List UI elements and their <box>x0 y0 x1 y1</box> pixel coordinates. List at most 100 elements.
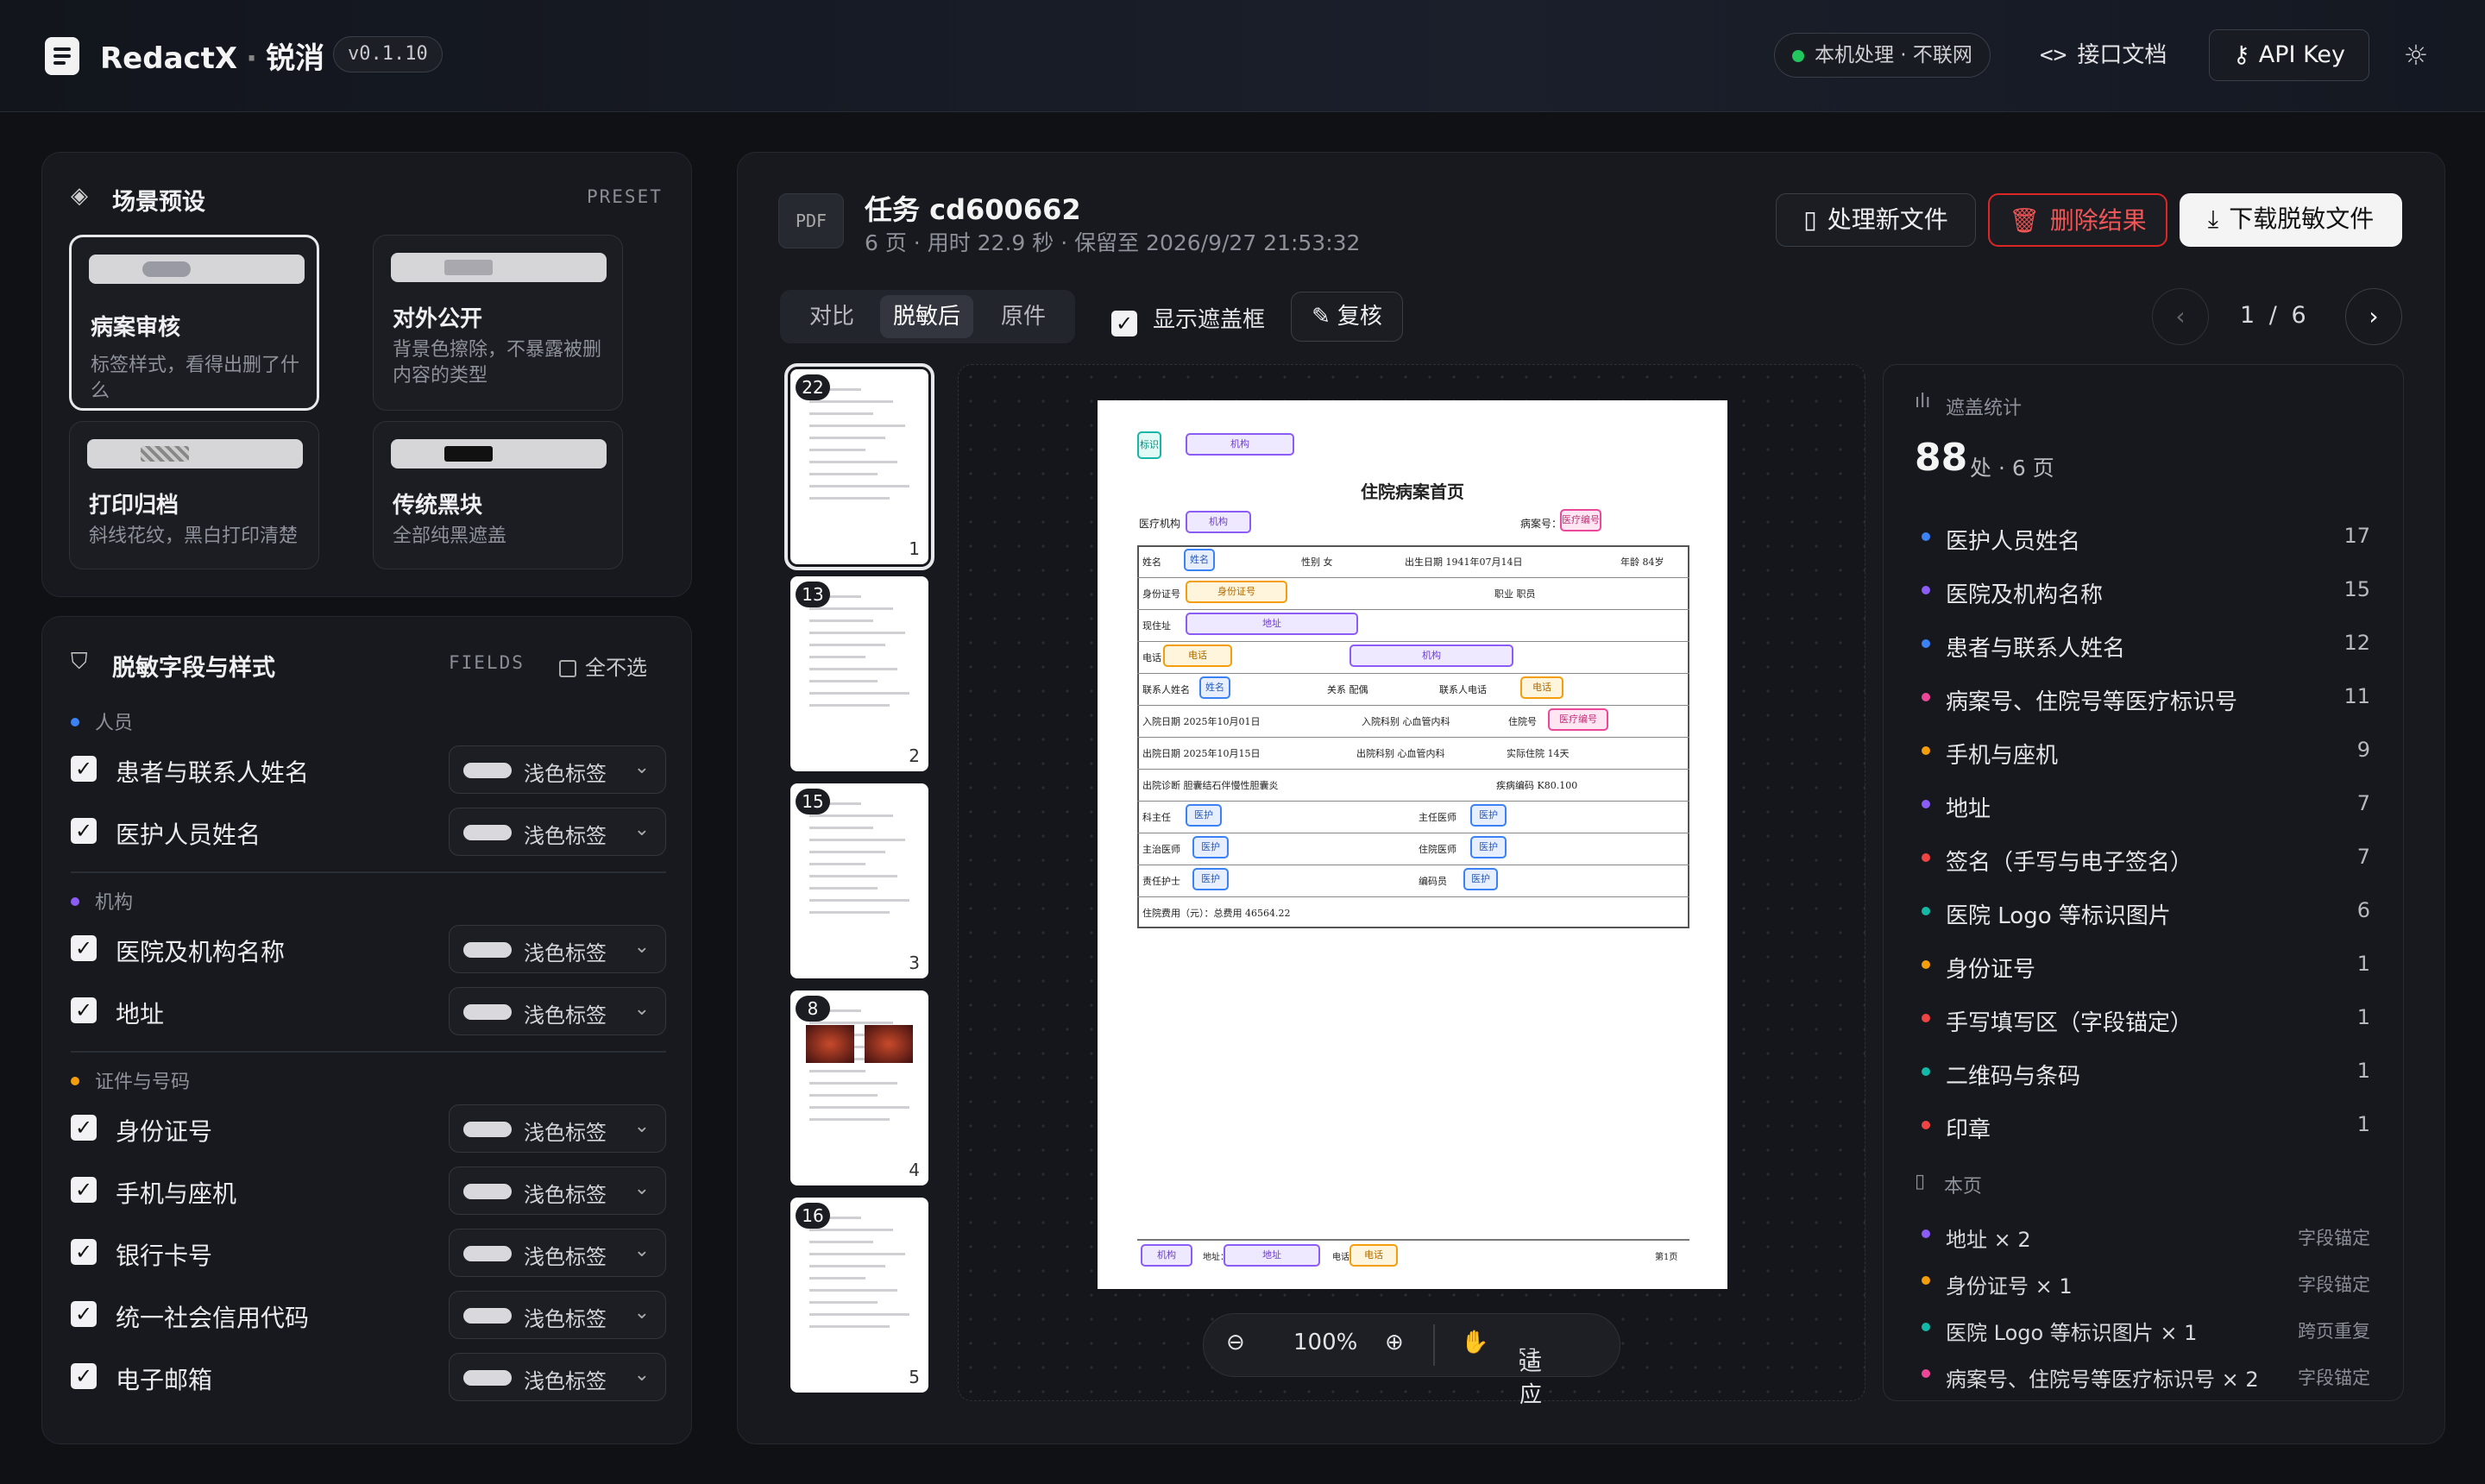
checkbox-icon[interactable]: ✓ <box>71 1301 97 1327</box>
category-dot <box>1922 960 1930 969</box>
redaction-tag-phone[interactable]: 电话 <box>1349 1244 1398 1267</box>
checkbox-icon: ✓ <box>1111 311 1137 336</box>
prev-page-button[interactable]: ‹ <box>2152 288 2209 345</box>
zoom-out-icon[interactable]: ⊖ <box>1226 1330 1245 1355</box>
field-row[interactable]: ✓ 医院及机构名称 浅色标签 ⌄ <box>71 925 666 973</box>
form-row-line <box>1137 609 1689 610</box>
thumb-text-line <box>809 400 893 403</box>
tab-redacted[interactable]: 脱敏后 <box>880 295 973 338</box>
page-stat-row[interactable]: 身份证号 × 1 字段锚定 <box>1922 1266 2370 1298</box>
checkbox-icon[interactable]: ✓ <box>71 997 97 1023</box>
checkbox-icon[interactable]: ✓ <box>71 1177 97 1203</box>
checkbox-icon[interactable]: ✓ <box>71 818 97 844</box>
show-mask-toggle[interactable]: ✓ 显示遮盖框 <box>1111 302 1265 336</box>
stat-row[interactable]: 患者与联系人姓名 12 <box>1922 627 2370 662</box>
doc-field-text: 入院日期 2025年10月01日 <box>1142 716 1261 727</box>
redaction-tag-org[interactable]: 机构 <box>1349 645 1513 667</box>
page-thumbnail[interactable]: 16 5 <box>790 1198 928 1393</box>
redaction-tag-addr[interactable]: 地址 <box>1224 1244 1320 1267</box>
api-key-button[interactable]: ⚷ API Key <box>2209 29 2369 81</box>
style-select[interactable]: 浅色标签 ⌄ <box>449 745 666 794</box>
tab-compare[interactable]: 对比 <box>787 295 877 338</box>
delete-result-button[interactable]: 🗑 删除结果 <box>1988 193 2167 247</box>
field-row[interactable]: ✓ 统一社会信用代码 浅色标签 ⌄ <box>71 1291 666 1339</box>
redaction-tag-staff[interactable]: 医护 <box>1470 836 1507 858</box>
field-row[interactable]: ✓ 医护人员姓名 浅色标签 ⌄ <box>71 808 666 856</box>
style-select[interactable]: 浅色标签 ⌄ <box>449 1229 666 1277</box>
redaction-tag-addr[interactable]: 地址 <box>1186 613 1358 635</box>
thumb-page-number: 3 <box>909 953 920 973</box>
stat-row[interactable]: 医院 Logo 等标识图片 6 <box>1922 895 2370 929</box>
style-select[interactable]: 浅色标签 ⌄ <box>449 1166 666 1215</box>
redaction-tag-id[interactable]: 身份证号 <box>1186 581 1287 603</box>
redaction-tag-staff[interactable]: 医护 <box>1463 868 1498 890</box>
field-row[interactable]: ✓ 电子邮箱 浅色标签 ⌄ <box>71 1353 666 1401</box>
redaction-tag-org[interactable]: 机构 <box>1186 511 1251 533</box>
stat-row[interactable]: 手写填写区（字段锚定） 1 <box>1922 1002 2370 1036</box>
redaction-tag-staff[interactable]: 医护 <box>1470 804 1507 827</box>
redaction-tag-phone[interactable]: 电话 <box>1163 645 1232 667</box>
stat-row[interactable]: 二维码与条码 1 <box>1922 1055 2370 1090</box>
checkbox-icon[interactable]: ✓ <box>71 1239 97 1265</box>
style-select[interactable]: 浅色标签 ⌄ <box>449 808 666 856</box>
stat-row[interactable]: 医院及机构名称 15 <box>1922 574 2370 608</box>
style-select[interactable]: 浅色标签 ⌄ <box>449 1291 666 1339</box>
download-file-button[interactable]: ⤓ 下载脱敏文件 <box>2180 193 2402 247</box>
redaction-tag-name[interactable]: 姓名 <box>1199 676 1230 699</box>
category-dot <box>1922 693 1930 701</box>
stat-row[interactable]: 手机与座机 9 <box>1922 734 2370 769</box>
process-new-file-button[interactable]: ▯ 处理新文件 <box>1776 193 1976 247</box>
field-row[interactable]: ✓ 手机与座机 浅色标签 ⌄ <box>71 1166 666 1215</box>
redaction-tag-record[interactable]: 医疗编号 <box>1548 708 1608 731</box>
field-row[interactable]: ✓ 银行卡号 浅色标签 ⌄ <box>71 1229 666 1277</box>
thumb-text-line <box>809 632 905 634</box>
page-thumbnail[interactable]: 84 <box>790 990 928 1185</box>
redaction-tag-logo[interactable]: 标识 <box>1137 431 1161 459</box>
api-docs-link[interactable]: <> 接口文档 <box>2040 33 2167 78</box>
next-page-button[interactable]: › <box>2345 288 2402 345</box>
tab-original[interactable]: 原件 <box>977 295 1070 338</box>
detection-method: 字段锚定 <box>2298 1368 2370 1388</box>
redaction-stats-panel: ılı 遮盖统计 88 处 · 6 页 医护人员姓名 17 医院及机构名称 15 患者与… <box>1883 364 2404 1401</box>
redaction-tag-org[interactable]: 机构 <box>1141 1244 1192 1267</box>
checkbox-icon[interactable]: ✓ <box>71 935 97 961</box>
redaction-tag-org[interactable]: 机构 <box>1186 433 1294 456</box>
stat-row[interactable]: 地址 7 <box>1922 788 2370 822</box>
style-select[interactable]: 浅色标签 ⌄ <box>449 1104 666 1153</box>
checkbox-icon[interactable]: ✓ <box>71 756 97 782</box>
doc-field-text: 住院费用（元）：总费用 46564.22 <box>1142 908 1291 919</box>
page-stat-row[interactable]: 医院 Logo 等标识图片 × 1 跨页重复 <box>1922 1312 2370 1345</box>
checkbox-icon[interactable]: ✓ <box>71 1363 97 1389</box>
stat-row[interactable]: 病案号、住院号等医疗标识号 11 <box>1922 681 2370 715</box>
thumb-text-line <box>809 473 878 475</box>
pan-hand-icon[interactable]: ✋ <box>1461 1330 1488 1355</box>
stat-row[interactable]: 身份证号 1 <box>1922 948 2370 983</box>
page-stat-row[interactable]: 地址 × 2 字段锚定 <box>1922 1219 2370 1252</box>
redaction-tag-staff[interactable]: 医护 <box>1186 804 1222 827</box>
stat-count: 1 <box>2356 1112 2370 1136</box>
redaction-tag-record[interactable]: 医疗编号 <box>1560 509 1601 531</box>
zoom-in-icon[interactable]: ⊕ <box>1385 1330 1404 1355</box>
checkbox-icon[interactable]: ✓ <box>71 1115 97 1141</box>
stat-row[interactable]: 印章 1 <box>1922 1109 2370 1143</box>
style-select-value: 浅色标签 <box>524 762 607 786</box>
doc-field-text: 姓名 <box>1142 556 1161 568</box>
page-thumbnail[interactable]: 13 2 <box>790 576 928 771</box>
page-thumbnail[interactable]: 22 1 <box>784 363 934 570</box>
field-row[interactable]: ✓ 地址 浅色标签 ⌄ <box>71 987 666 1035</box>
style-select[interactable]: 浅色标签 ⌄ <box>449 987 666 1035</box>
stat-row[interactable]: 签名（手写与电子签名） 7 <box>1922 841 2370 876</box>
stat-row[interactable]: 医护人员姓名 17 <box>1922 520 2370 555</box>
redaction-tag-name[interactable]: 姓名 <box>1184 549 1215 571</box>
field-row[interactable]: ✓ 身份证号 浅色标签 ⌄ <box>71 1104 666 1153</box>
style-select[interactable]: 浅色标签 ⌄ <box>449 1353 666 1401</box>
style-select[interactable]: 浅色标签 ⌄ <box>449 925 666 973</box>
theme-toggle-icon[interactable]: ☼ <box>2399 38 2433 72</box>
redaction-tag-phone[interactable]: 电话 <box>1520 676 1563 699</box>
redaction-tag-staff[interactable]: 医护 <box>1192 836 1229 858</box>
page-stat-row[interactable]: 病案号、住院号等医疗标识号 × 2 字段锚定 <box>1922 1359 2370 1392</box>
field-row[interactable]: ✓ 患者与联系人姓名 浅色标签 ⌄ <box>71 745 666 794</box>
redaction-tag-staff[interactable]: 医护 <box>1192 868 1229 890</box>
page-thumbnail[interactable]: 15 3 <box>790 783 928 978</box>
review-button[interactable]: ✎ 复核 <box>1291 292 1403 342</box>
